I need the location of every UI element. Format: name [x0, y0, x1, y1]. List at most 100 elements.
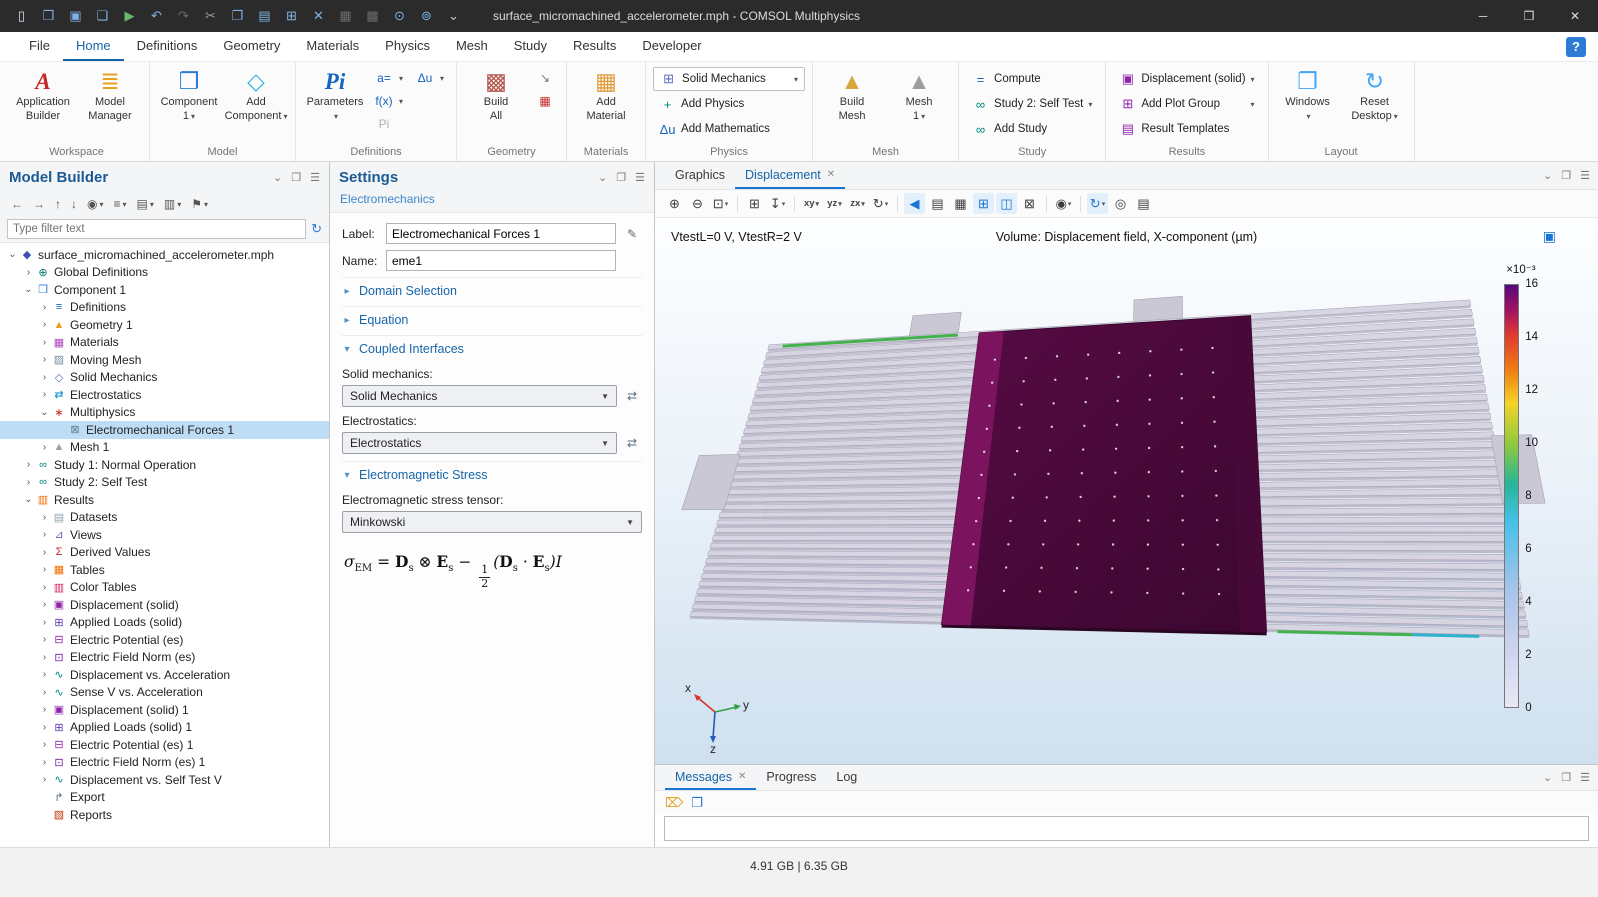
cut-icon[interactable]: ✂ — [197, 3, 224, 29]
tree-item[interactable]: ›⊿Views — [0, 526, 329, 544]
move-down-button[interactable]: ↓ — [67, 194, 81, 214]
chevron-right-icon[interactable]: › — [38, 369, 51, 386]
chevron-right-icon[interactable]: › — [38, 614, 51, 631]
save-as-icon[interactable]: ❏ — [89, 3, 116, 29]
node-order-button[interactable]: ▤▾ — [133, 194, 158, 214]
menu-item-geometry[interactable]: Geometry — [210, 32, 293, 61]
menu-item-results[interactable]: Results — [560, 32, 629, 61]
chevron-right-icon[interactable]: › — [38, 736, 51, 753]
tree-item[interactable]: ›∞Study 2: Self Test — [0, 474, 329, 492]
forward-button[interactable]: → — [29, 194, 49, 214]
build-all-button[interactable]: ▩BuildAll — [464, 65, 528, 127]
chevron-right-icon[interactable]: › — [38, 771, 51, 788]
show-button[interactable]: ◉▾ — [83, 194, 108, 214]
panel-menu-icon[interactable]: ☰ — [1580, 169, 1590, 182]
zoom-extents-button[interactable]: ⊡▾ — [710, 193, 731, 214]
tree-item[interactable]: ⌄❒Component 1 — [0, 281, 329, 299]
node-columns-button[interactable]: ▥▾ — [160, 194, 185, 214]
parameters-button[interactable]: PiParameters▾ — [303, 65, 367, 127]
customize-toolbar-icon[interactable]: ⌄ — [440, 3, 467, 29]
panel-menu-icon[interactable]: ☰ — [635, 171, 645, 184]
tree-item[interactable]: ›▦Tables — [0, 561, 329, 579]
tree-item[interactable]: ›∿Sense V vs. Acceleration — [0, 684, 329, 702]
menu-item-mesh[interactable]: Mesh — [443, 32, 501, 61]
chevron-right-icon[interactable]: › — [38, 544, 51, 561]
chevron-right-icon[interactable]: › — [38, 439, 51, 456]
physics-interface-select-button[interactable]: ⊞Solid Mechanics▾ — [653, 67, 805, 91]
chevron-right-icon[interactable]: › — [38, 386, 51, 403]
image-snapshot-button[interactable]: ◎ — [1110, 193, 1131, 214]
section-coupled-interfaces[interactable]: ▾ Coupled Interfaces — [342, 335, 642, 362]
go-to-default-view-button[interactable]: ↧▾ — [767, 193, 788, 214]
zoom-out-button[interactable]: ⊖ — [687, 193, 708, 214]
tree-item[interactable]: ›▤Datasets — [0, 509, 329, 527]
tree-item[interactable]: ›▣Displacement (solid) 1 — [0, 701, 329, 719]
add-material-button[interactable]: ▦AddMaterial — [574, 65, 638, 127]
panel-menu-icon[interactable]: ☰ — [1580, 771, 1590, 784]
insert-sequence-button[interactable]: ▦ — [531, 90, 559, 112]
view-yz-button[interactable]: yz▾ — [824, 193, 845, 214]
solid-mechanics-dropdown[interactable]: Solid Mechanics ▼ — [342, 385, 617, 407]
tree-item[interactable]: ⌄◆surface_micromachined_accelerometer.mp… — [0, 246, 329, 264]
variables-button[interactable]: a=▾ — [370, 67, 408, 89]
menu-item-physics[interactable]: Physics — [372, 32, 443, 61]
environment-reflections-button[interactable]: ▤ — [927, 193, 948, 214]
add-plot-group-button[interactable]: ⊞Add Plot Group▾ — [1113, 92, 1260, 116]
tree-item[interactable]: ›≡Definitions — [0, 299, 329, 317]
collapse-panel-icon[interactable]: ⌄ — [273, 171, 282, 184]
add-mathematics-button[interactable]: ΔuAdd Mathematics — [653, 117, 805, 141]
panel-menu-icon[interactable]: ☰ — [310, 171, 320, 184]
chevron-right-icon[interactable]: › — [38, 561, 51, 578]
go-to-interface-icon[interactable]: ⇄ — [622, 386, 642, 406]
tab-graphics[interactable]: Graphics — [665, 162, 735, 189]
functions-button[interactable]: f(x)▾ — [370, 90, 408, 112]
chevron-right-icon[interactable]: › — [38, 719, 51, 736]
menu-item-home[interactable]: Home — [63, 32, 124, 61]
tag-button[interactable]: ⚑▾ — [187, 194, 212, 214]
zoom-extents-icon[interactable]: ⊙ — [386, 3, 413, 29]
show-grid-button[interactable]: ▦ — [950, 193, 971, 214]
image-to-window-button[interactable]: ⊞ — [973, 193, 994, 214]
nonlocal-couplings-button[interactable]: Δu▾ — [411, 67, 449, 89]
go-to-interface-icon[interactable]: ⇄ — [622, 433, 642, 453]
tree-item[interactable]: ›◇Solid Mechanics — [0, 369, 329, 387]
close-tab-icon[interactable]: ✕ — [738, 771, 746, 782]
menu-item-study[interactable]: Study — [501, 32, 560, 61]
float-panel-icon[interactable]: ❐ — [1561, 169, 1571, 182]
name-input[interactable] — [386, 250, 616, 271]
menu-item-developer[interactable]: Developer — [629, 32, 714, 61]
chevron-right-icon[interactable]: › — [38, 579, 51, 596]
mesh-1-button[interactable]: ▲Mesh1▾ — [887, 65, 951, 127]
paste-icon[interactable]: ▤ — [251, 3, 278, 29]
accelerometer-3d-model[interactable] — [655, 218, 1598, 764]
add-study-button[interactable]: ∞Add Study — [966, 117, 1098, 141]
section-equation[interactable]: ▸ Equation — [342, 306, 642, 333]
chevron-right-icon[interactable]: › — [38, 351, 51, 368]
menu-item-definitions[interactable]: Definitions — [124, 32, 211, 61]
chevron-right-icon[interactable]: › — [38, 684, 51, 701]
help-button[interactable]: ? — [1566, 37, 1586, 57]
tree-item[interactable]: ⊠Electromechanical Forces 1 — [0, 421, 329, 439]
compile-disabled-icon[interactable]: ▦ — [332, 3, 359, 29]
tree-item[interactable]: ⌄∗Multiphysics — [0, 404, 329, 422]
collapse-panel-icon[interactable]: ⌄ — [598, 171, 607, 184]
model-tree-node-text-button[interactable]: ≡▾ — [110, 194, 131, 214]
chevron-right-icon[interactable]: › — [38, 701, 51, 718]
stress-tensor-dropdown[interactable]: Minkowski ▼ — [342, 511, 642, 533]
chevron-down-icon[interactable]: ⌄ — [22, 281, 35, 298]
chevron-right-icon[interactable]: › — [38, 299, 51, 316]
chevron-right-icon[interactable]: › — [38, 316, 51, 333]
tree-item[interactable]: ›⇄Electrostatics — [0, 386, 329, 404]
tree-item[interactable]: ›▣Displacement (solid) — [0, 596, 329, 614]
tree-item[interactable]: ›▦Materials — [0, 334, 329, 352]
chevron-right-icon[interactable]: › — [38, 509, 51, 526]
tree-item[interactable]: ›⊟Electric Potential (es) — [0, 631, 329, 649]
chevron-right-icon[interactable]: › — [38, 649, 51, 666]
add-component-button[interactable]: ◇AddComponent▾ — [224, 65, 288, 127]
tree-item[interactable]: ›∿Displacement vs. Acceleration — [0, 666, 329, 684]
zoom-in-button[interactable]: ⊕ — [664, 193, 685, 214]
select-entities-button[interactable]: ◉▾ — [1053, 193, 1074, 214]
tree-item[interactable]: ›▨Moving Mesh — [0, 351, 329, 369]
chevron-right-icon[interactable]: › — [22, 456, 35, 473]
split-view-button[interactable]: ◫ — [996, 193, 1017, 214]
